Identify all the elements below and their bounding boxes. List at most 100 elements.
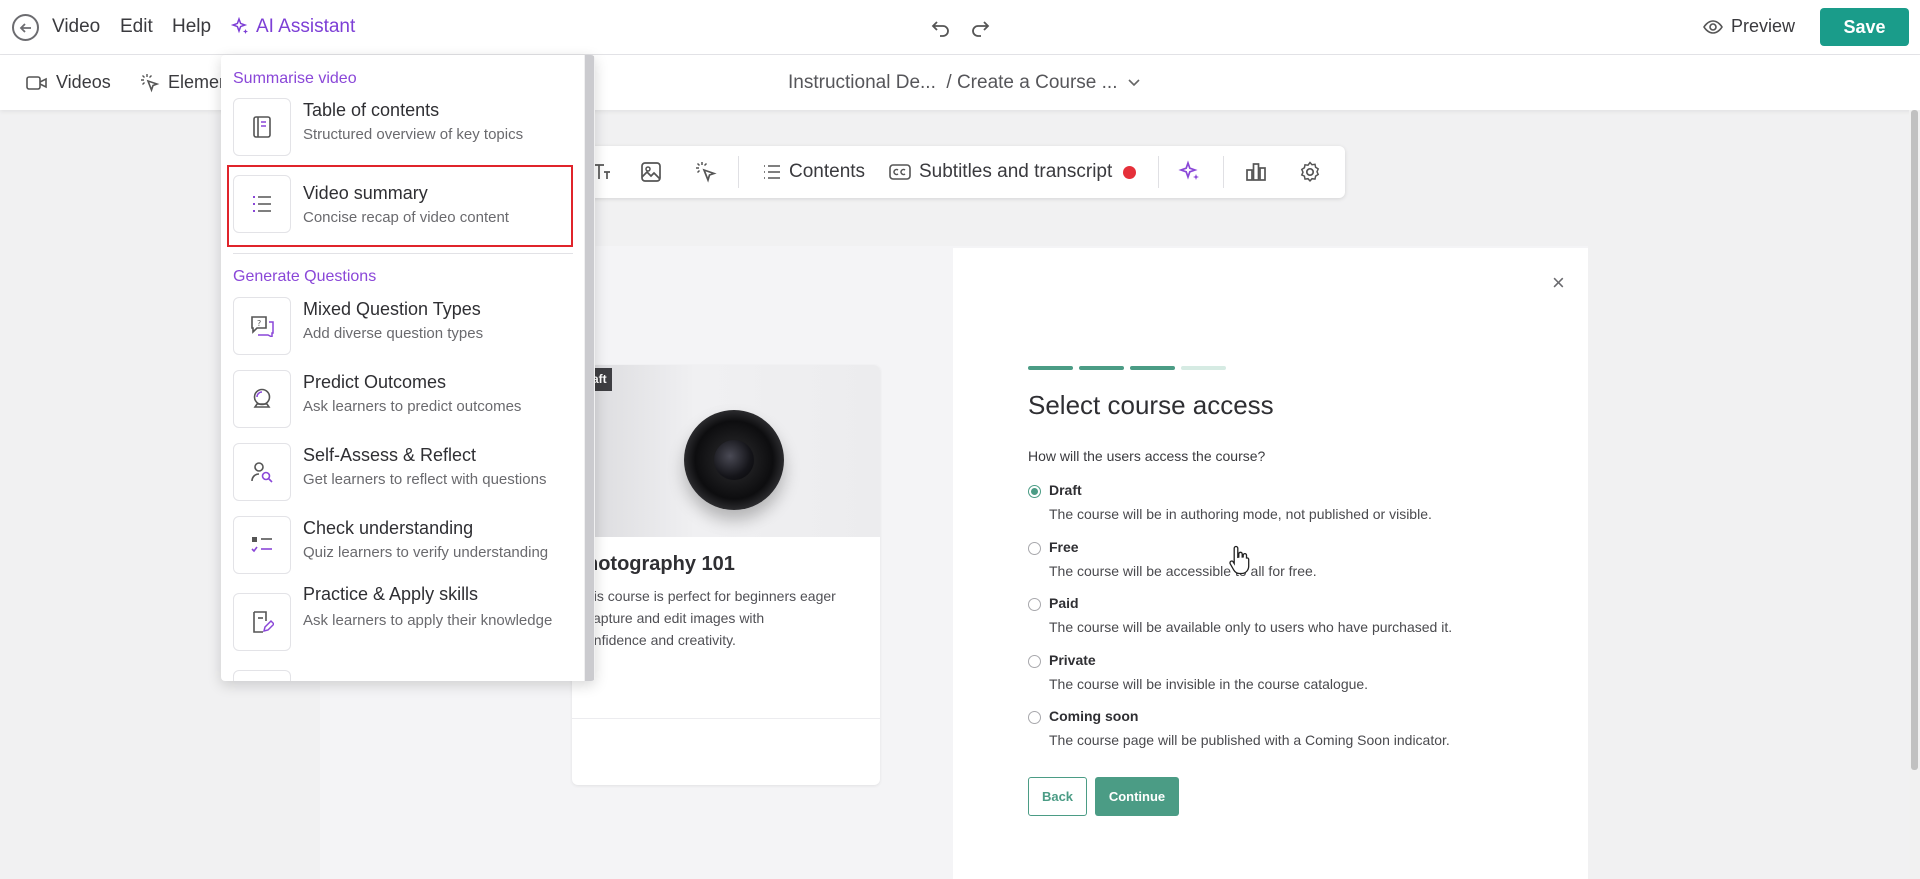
video-camera-icon (26, 75, 47, 90)
question-chat-icon: ? (233, 297, 291, 355)
preview-label: Preview (1731, 16, 1796, 36)
access-question: How will the users access the course? (1028, 448, 1266, 464)
radio-draft[interactable] (1028, 485, 1041, 498)
progress-step (1181, 366, 1226, 370)
entry-title: Mixed Question Types (303, 299, 481, 319)
editor-toolbar: Contents Subtitles and transcript (580, 146, 1345, 198)
subtitles-button[interactable]: Subtitles and transcript (889, 161, 1112, 183)
top-bar: Video Edit Help AI Assistant Preview Sav… (0, 0, 1920, 55)
menu-divider (233, 253, 573, 254)
entry-title: Self-Assess & Reflect (303, 445, 477, 465)
entry-subtitle: Ask learners to predict outcomes (303, 398, 522, 415)
course-card[interactable]: hotography 101 his course is perfect for… (572, 365, 880, 785)
entry-subtitle: Get learners to reflect with questions (303, 471, 547, 488)
entry-subtitle: Quiz learners to verify understanding (303, 544, 549, 561)
interaction-icon[interactable] (694, 160, 718, 184)
ai-assistant-menu[interactable]: AI Assistant (230, 16, 355, 38)
course-access-modal: × Select course access How will the user… (953, 248, 1588, 879)
menu-item-partial[interactable] (233, 670, 573, 681)
radio-coming-soon[interactable] (1028, 711, 1041, 724)
redo-icon[interactable] (968, 16, 992, 40)
tab-videos-label: Videos (56, 72, 111, 92)
option-description: The course page will be published with a… (1049, 732, 1450, 748)
ai-assistant-dropdown: Summarise video Table of contents Struct… (221, 55, 595, 681)
entry-subtitle: Structured overview of key topics (303, 126, 524, 143)
menu-item-check-understanding[interactable]: Check understanding Quiz learners to ver… (233, 513, 573, 576)
course-image-camera-lens (572, 365, 880, 537)
closed-caption-icon (889, 164, 911, 180)
contents-label: Contents (789, 161, 866, 182)
entry-title: Predict Outcomes (303, 372, 447, 392)
entry-subtitle: Concise recap of video content (303, 209, 509, 226)
menu-item-self-assess-reflect[interactable]: Self-Assess & Reflect Get learners to re… (233, 440, 573, 503)
radio-free[interactable] (1028, 542, 1041, 555)
toolbar-divider (1223, 156, 1224, 188)
record-indicator (1123, 166, 1136, 179)
menu-item-table-of-contents[interactable]: Table of contents Structured overview of… (233, 95, 573, 158)
ai-assistant-label: AI Assistant (256, 16, 356, 37)
eye-icon (1703, 19, 1723, 34)
progress-step (1130, 366, 1175, 370)
course-description: his course is perfect for beginners eage… (586, 588, 836, 648)
tab-elements[interactable]: Elemen (140, 72, 229, 93)
menu-video[interactable]: Video (52, 16, 100, 38)
radio-paid[interactable] (1028, 598, 1041, 611)
svg-text:?: ? (257, 319, 261, 328)
option-description: The course will be accessible to all for… (1049, 563, 1317, 579)
ai-sparkle-icon[interactable] (1178, 160, 1202, 184)
option-description: The course will be available only to use… (1049, 619, 1453, 635)
option-label: Draft (1049, 482, 1082, 498)
menu-item-video-summary[interactable]: Video summary Concise recap of video con… (227, 165, 573, 247)
radio-private[interactable] (1028, 655, 1041, 668)
back-arrow-icon[interactable] (12, 14, 39, 41)
modal-title: Select course access (1028, 390, 1274, 420)
progress-step (1079, 366, 1124, 370)
close-icon[interactable]: × (1552, 270, 1565, 296)
entry-title: Video summary (303, 183, 428, 203)
back-button[interactable]: Back (1028, 777, 1087, 816)
option-label: Private (1049, 652, 1096, 668)
undo-icon[interactable] (929, 16, 953, 40)
image-icon[interactable] (639, 160, 663, 184)
tab-videos[interactable]: Videos (26, 72, 111, 93)
settings-icon[interactable] (1298, 160, 1322, 184)
course-title: hotography 101 (586, 553, 735, 575)
subtitles-label: Subtitles and transcript (919, 161, 1113, 182)
menu-item-predict-outcomes[interactable]: Predict Outcomes Ask learners to predict… (233, 367, 573, 430)
next-item-icon (233, 670, 291, 681)
entry-title: Table of contents (303, 100, 440, 120)
menu-help[interactable]: Help (172, 16, 211, 38)
page-scrollbar[interactable] (1909, 110, 1920, 879)
preview-button[interactable]: Preview (1703, 16, 1795, 37)
list-icon (233, 175, 291, 233)
cursor-click-icon (141, 73, 160, 92)
person-search-icon (233, 443, 291, 501)
breadcrumb-text: Instructional De... / Create a Course ..… (788, 72, 1118, 93)
list-icon (764, 165, 780, 179)
pencil-doc-icon (233, 593, 291, 651)
breadcrumb[interactable]: Instructional De... / Create a Course ..… (788, 72, 1141, 94)
analytics-icon[interactable] (1244, 160, 1268, 184)
entry-subtitle: Add diverse question types (303, 325, 484, 342)
continue-button[interactable]: Continue (1095, 777, 1179, 816)
progress-step (1028, 366, 1073, 370)
option-label: Free (1049, 539, 1079, 555)
entry-title: Practice & Apply skills (303, 584, 479, 604)
card-divider (572, 718, 880, 719)
chevron-down-icon (1128, 79, 1141, 87)
menu-edit[interactable]: Edit (120, 16, 153, 38)
toolbar-divider (738, 156, 739, 188)
section-label-summarise: Summarise video (233, 70, 357, 87)
checklist-icon (233, 516, 291, 574)
menu-item-mixed-question-types[interactable]: ? Mixed Question Types Add diverse quest… (233, 294, 573, 357)
tab-elements-label: Elemen (168, 72, 230, 92)
menu-item-practice-apply-skills[interactable]: Practice & Apply skills Ask learners to … (233, 584, 573, 666)
contents-button[interactable]: Contents (763, 161, 865, 183)
book-icon (233, 98, 291, 156)
menu-scrollbar[interactable] (584, 55, 595, 681)
section-label-generate-questions: Generate Questions (233, 268, 377, 285)
option-label: Paid (1049, 595, 1079, 611)
save-button[interactable]: Save (1820, 8, 1909, 46)
step-progress (1028, 366, 1226, 370)
sparkle-icon (230, 17, 248, 34)
